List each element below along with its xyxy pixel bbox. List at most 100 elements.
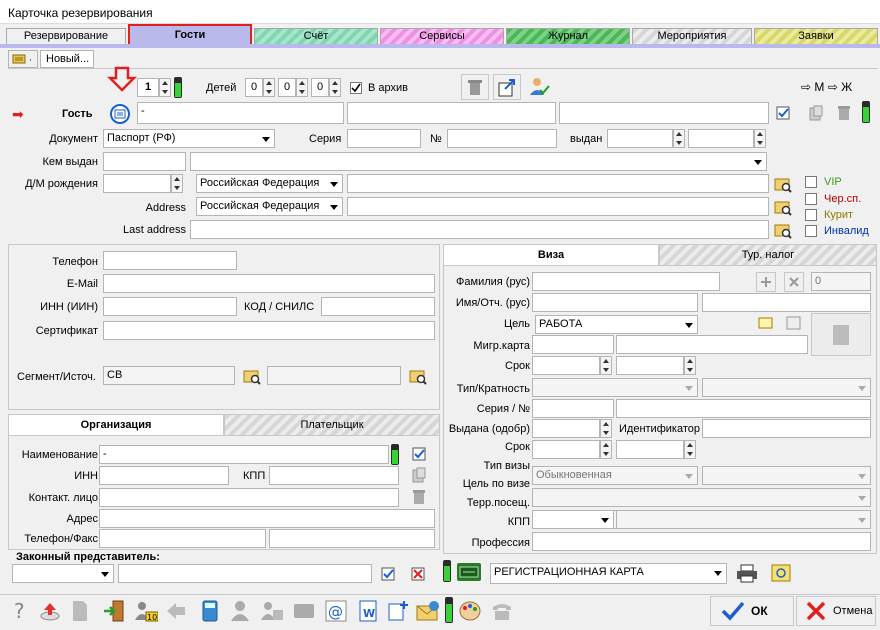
legal-rep-confirm-button[interactable] [378,564,398,584]
org-fax-input[interactable] [269,529,435,548]
children-input-3[interactable]: 0 [311,78,329,97]
tab-organization[interactable]: Организация [8,414,224,436]
migration-card-series-input[interactable] [532,335,614,354]
visa-issued-spinner[interactable] [600,419,612,438]
visa-note-button[interactable] [756,313,776,333]
visa-name-input[interactable] [532,293,698,312]
org-confirm-button[interactable] [409,444,429,464]
user-button[interactable] [226,597,254,625]
birth-place-input[interactable] [347,174,769,193]
migration-card-number-input[interactable] [616,335,808,354]
birth-place-lookup-button[interactable] [773,174,793,194]
legal-rep-type-select[interactable] [12,564,114,583]
children-spinner-3[interactable] [329,78,341,97]
migration-term-from-spinner[interactable] [600,356,612,375]
source-lookup-button[interactable] [408,366,428,386]
last-address-lookup-button[interactable] [773,220,793,240]
org-delete-button[interactable] [409,487,429,507]
checkpoint-type-select[interactable] [532,510,614,529]
birth-date-spinner[interactable] [171,174,183,193]
issued-date-input[interactable] [607,129,673,148]
phone-input[interactable] [103,251,237,270]
guest-firstname-input[interactable] [347,102,556,124]
document-series-input[interactable] [347,129,421,148]
tab-requests[interactable]: Заявки [754,28,878,44]
visa-number-input[interactable] [616,399,871,418]
print-settings-button[interactable] [768,561,794,585]
visa-term-to-spinner[interactable] [684,440,696,459]
children-input-2[interactable]: 0 [278,78,296,97]
visa-remove-button[interactable] [784,272,804,292]
tab-bill[interactable]: Счёт [254,28,378,44]
visa-series-input[interactable] [532,399,614,418]
upload-button[interactable] [36,597,64,625]
archive-checkbox[interactable] [350,82,362,94]
visa-issued-input[interactable] [532,419,600,438]
contact-person-input[interactable] [99,488,399,507]
children-spinner-1[interactable] [263,78,275,97]
org-kpp-input[interactable] [269,466,399,485]
scan-passport-button[interactable] [108,102,132,126]
print-form-select[interactable]: РЕГИСТРАЦИОННАЯ КАРТА [490,563,727,584]
issued-date-spinner[interactable] [673,129,685,148]
org-phone-input[interactable] [99,529,266,548]
delete-guest-button[interactable] [461,74,489,100]
issued-by-code-input[interactable] [103,152,186,171]
valid-until-spinner[interactable] [754,129,766,148]
visa-term-to-input[interactable] [616,440,684,459]
subtab-new-guest[interactable]: Новый... [40,50,94,68]
source-input[interactable] [267,366,401,385]
birth-country-select[interactable]: Российская Федерация [196,174,343,193]
tab-events[interactable]: Мероприятия [632,28,752,44]
visa-kind-extra-select[interactable] [702,466,871,485]
adults-spinner[interactable] [159,78,171,97]
org-address-input[interactable] [99,509,435,528]
migration-term-to-spinner[interactable] [684,356,696,375]
email-input[interactable] [103,274,435,293]
migration-term-from-input[interactable] [532,356,600,375]
visa-purpose-select[interactable]: РАБОТА [535,315,698,334]
inn-input[interactable] [103,297,237,316]
tab-reservation[interactable]: Резервирование [6,28,126,44]
certificate-input[interactable] [103,321,435,340]
visa-kind-select[interactable]: Обыкновенная [532,466,698,485]
document-number-input[interactable] [447,129,557,148]
tab-services[interactable]: Сервисы [380,28,504,44]
checkpoint-select[interactable] [616,510,871,529]
print-button[interactable] [734,561,760,585]
blacklist-checkbox[interactable] [805,193,817,205]
document-button[interactable] [66,597,94,625]
gender-arrows[interactable]: ⇨ М ⇨ Ж [801,80,852,94]
org-copy-button[interactable] [409,465,429,485]
segment-lookup-button[interactable] [242,366,262,386]
vip-checkbox[interactable] [805,176,817,188]
segment-input[interactable]: СВ [103,366,235,385]
visa-goal-select[interactable] [532,488,871,507]
tab-journal[interactable]: Журнал [506,28,630,44]
address-lookup-button[interactable] [773,197,793,217]
adults-input[interactable]: 1 [137,78,159,97]
back-button[interactable] [162,597,190,625]
tab-tourist-tax[interactable]: Тур. налог [659,244,877,266]
visa-multiplicity-select[interactable] [702,378,871,397]
visa-term-from-spinner[interactable] [600,440,612,459]
visa-count-input[interactable]: 0 [811,272,871,291]
users-group-button[interactable] [258,597,286,625]
help-button[interactable]: ? [6,597,34,625]
visa-doc-button[interactable] [784,313,804,333]
address-country-select[interactable]: Российская Федерация [196,197,343,216]
tab-payer[interactable]: Плательщик [224,414,440,436]
add-document-button[interactable] [384,597,412,625]
export-guest-button[interactable] [493,74,521,100]
visa-surname-input[interactable] [532,272,720,291]
phone-button[interactable] [488,597,516,625]
last-address-input[interactable] [190,220,769,239]
document-type-select[interactable]: Паспорт (РФ) [103,129,275,148]
visa-type-select[interactable] [532,378,698,397]
guest-confirm-button[interactable] [773,103,793,123]
visa-add-button[interactable] [756,272,776,292]
message-button[interactable] [290,597,318,625]
envelope-button[interactable] [414,597,442,625]
checkin-button[interactable] [100,597,128,625]
legal-rep-clear-button[interactable] [408,564,428,584]
